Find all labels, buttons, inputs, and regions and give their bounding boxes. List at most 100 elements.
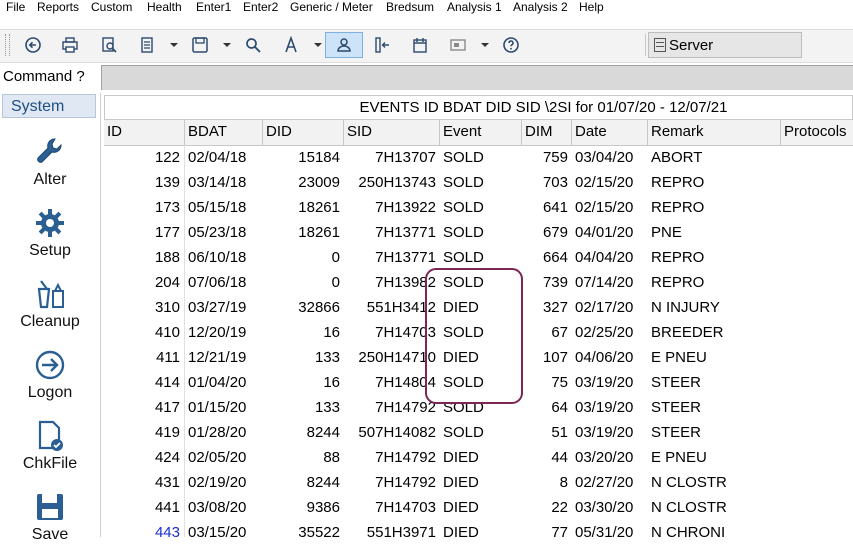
cell-sid[interactable]: 250H13743 <box>344 170 440 195</box>
cell-sid[interactable]: 507H14082 <box>344 420 440 445</box>
menu-health[interactable]: Health <box>147 0 182 14</box>
cell-date[interactable]: 03/20/20 <box>572 445 648 470</box>
cell-sid[interactable]: 7H14792 <box>344 470 440 495</box>
toolbar-grip[interactable] <box>5 34 10 56</box>
cell-bdat[interactable]: 07/06/18 <box>185 270 263 295</box>
cell-id[interactable]: 417 <box>104 395 185 420</box>
font-dropdown-icon[interactable] <box>314 43 322 47</box>
cell-did[interactable]: 23009 <box>263 170 344 195</box>
cell-date[interactable]: 02/15/20 <box>572 170 648 195</box>
cell-id[interactable]: 177 <box>104 220 185 245</box>
cell-dim[interactable]: 107 <box>522 345 572 370</box>
cell-dim[interactable]: 739 <box>522 270 572 295</box>
cell-event[interactable]: DIED <box>440 470 522 495</box>
cell-did[interactable]: 8244 <box>263 470 344 495</box>
table-row[interactable]: 431 02/19/20 8244 7H14792 DIED 8 02/27/20 N CLO… <box>104 470 853 495</box>
col-header-sid[interactable]: SID <box>344 120 440 145</box>
col-header-remark[interactable]: Remark <box>648 120 781 145</box>
cell-bdat[interactable]: 02/04/18 <box>185 145 263 170</box>
menu-generic-meter[interactable]: Generic / Meter <box>290 0 373 14</box>
cell-event[interactable]: SOLD <box>440 320 522 345</box>
cell-did[interactable]: 18261 <box>263 195 344 220</box>
cell-id[interactable]: 431 <box>104 470 185 495</box>
cell-id[interactable]: 122 <box>104 145 185 170</box>
font-icon[interactable] <box>280 33 302 57</box>
sidebar-item-save[interactable]: Save <box>0 490 100 560</box>
cell-event[interactable]: DIED <box>440 520 522 537</box>
menu-help[interactable]: Help <box>579 0 604 14</box>
save-icon[interactable] <box>189 33 211 57</box>
cell-did[interactable]: 0 <box>263 245 344 270</box>
cell-date[interactable]: 05/31/20 <box>572 520 648 537</box>
sidebar-item-setup[interactable]: Setup <box>0 206 100 276</box>
cell-sid[interactable]: 7H13771 <box>344 220 440 245</box>
column-icon[interactable] <box>371 33 393 57</box>
cell-event[interactable]: SOLD <box>440 420 522 445</box>
cell-dim[interactable]: 75 <box>522 370 572 395</box>
cell-remark[interactable]: STEER <box>648 395 781 420</box>
cell-bdat[interactable]: 03/08/20 <box>185 495 263 520</box>
cell-id[interactable]: 441 <box>104 495 185 520</box>
command-input[interactable] <box>101 65 853 90</box>
table-row[interactable]: 188 06/10/18 0 7H13771 SOLD 664 04/04/20 REPRO <box>104 245 853 270</box>
cell-remark[interactable]: N CHRONI <box>648 520 781 537</box>
cell-event[interactable]: SOLD <box>440 145 522 170</box>
cell-did[interactable]: 35522 <box>263 520 344 537</box>
col-header-event[interactable]: Event <box>440 120 522 145</box>
back-icon[interactable] <box>22 33 44 57</box>
menu-enter2[interactable]: Enter2 <box>243 0 278 14</box>
cell-id[interactable]: 424 <box>104 445 185 470</box>
cell-id[interactable]: 419 <box>104 420 185 445</box>
cell-date[interactable]: 07/14/20 <box>572 270 648 295</box>
cell-dim[interactable]: 8 <box>522 470 572 495</box>
table-row[interactable]: 411 12/21/19 133 250H14710 DIED 107 04/06/20 E … <box>104 345 853 370</box>
cell-sid[interactable]: 7H14792 <box>344 445 440 470</box>
sidebar-item-cleanup[interactable]: Cleanup <box>0 277 100 347</box>
cell-sid[interactable]: 250H14710 <box>344 345 440 370</box>
card-icon[interactable] <box>447 33 469 57</box>
sidebar-item-alter[interactable]: Alter <box>0 135 100 205</box>
cell-date[interactable]: 02/15/20 <box>572 195 648 220</box>
table-row[interactable]: 424 02/05/20 88 7H14792 DIED 44 03/20/20 E PNEU <box>104 445 853 470</box>
cell-remark[interactable]: REPRO <box>648 195 781 220</box>
cell-bdat[interactable]: 03/15/20 <box>185 520 263 537</box>
cell-event[interactable]: DIED <box>440 445 522 470</box>
cell-remark[interactable]: BREEDER <box>648 320 781 345</box>
cell-id[interactable]: 139 <box>104 170 185 195</box>
menu-enter1[interactable]: Enter1 <box>196 0 231 14</box>
cell-date[interactable]: 03/19/20 <box>572 420 648 445</box>
table-row[interactable]: 122 02/04/18 15184 7H13707 SOLD 759 03/04/20 AB… <box>104 145 853 170</box>
cell-dim[interactable]: 64 <box>522 395 572 420</box>
menu-custom[interactable]: Custom <box>91 0 132 14</box>
cell-remark[interactable]: E PNEU <box>648 445 781 470</box>
cell-did[interactable]: 15184 <box>263 145 344 170</box>
cell-sid[interactable]: 551H3971 <box>344 520 440 537</box>
print-icon[interactable] <box>59 33 81 57</box>
cell-dim[interactable]: 22 <box>522 495 572 520</box>
server-button[interactable]: Server <box>648 32 802 58</box>
cell-sid[interactable]: 7H14804 <box>344 370 440 395</box>
cell-remark[interactable]: ABORT <box>648 145 781 170</box>
cell-date[interactable]: 02/27/20 <box>572 470 648 495</box>
save-dropdown-icon[interactable] <box>223 43 231 47</box>
cell-bdat[interactable]: 01/15/20 <box>185 395 263 420</box>
cell-date[interactable]: 03/19/20 <box>572 370 648 395</box>
cell-dim[interactable]: 327 <box>522 295 572 320</box>
menu-bredsum[interactable]: Bredsum <box>386 0 434 14</box>
cell-remark[interactable]: N INJURY <box>648 295 781 320</box>
col-header-date[interactable]: Date <box>572 120 648 145</box>
cell-bdat[interactable]: 05/23/18 <box>185 220 263 245</box>
sidebar-header-system[interactable]: System <box>2 94 96 118</box>
cell-date[interactable]: 04/06/20 <box>572 345 648 370</box>
cell-date[interactable]: 03/30/20 <box>572 495 648 520</box>
cell-did[interactable]: 16 <box>263 370 344 395</box>
calendar-icon[interactable] <box>409 33 431 57</box>
cell-id[interactable]: 410 <box>104 320 185 345</box>
col-header-bdat[interactable]: BDAT <box>185 120 263 145</box>
cell-dim[interactable]: 51 <box>522 420 572 445</box>
menu-analysis2[interactable]: Analysis 2 <box>513 0 568 14</box>
cell-did[interactable]: 133 <box>263 395 344 420</box>
cell-dim[interactable]: 77 <box>522 520 572 537</box>
cell-remark[interactable]: STEER <box>648 370 781 395</box>
cell-date[interactable]: 04/01/20 <box>572 220 648 245</box>
